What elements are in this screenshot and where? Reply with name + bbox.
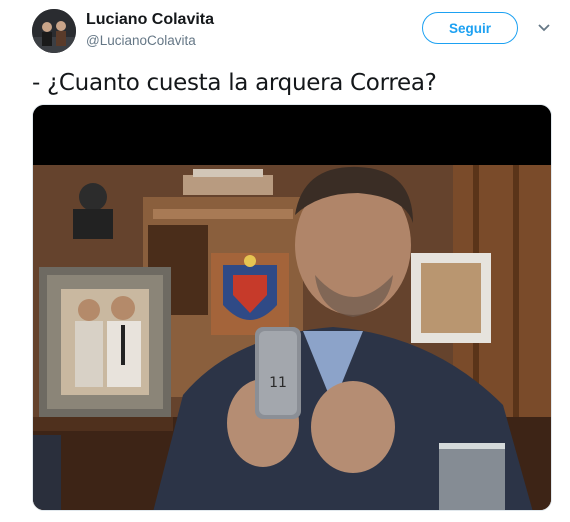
follow-button[interactable]: Seguir — [422, 12, 518, 44]
tweet-text: - ¿Cuanto cuesta la arquera Correa? — [32, 70, 437, 96]
author-name[interactable]: Luciano Colavita — [86, 11, 214, 29]
tweet-header: Luciano Colavita @LucianoColavita Seguir — [0, 0, 570, 60]
tweet-photo[interactable]: 11 — [32, 104, 552, 511]
avatar[interactable] — [32, 9, 76, 53]
author-handle[interactable]: @LucianoColavita — [86, 33, 196, 48]
chevron-down-icon[interactable] — [536, 22, 552, 34]
phone-sticker: 11 — [269, 375, 287, 391]
